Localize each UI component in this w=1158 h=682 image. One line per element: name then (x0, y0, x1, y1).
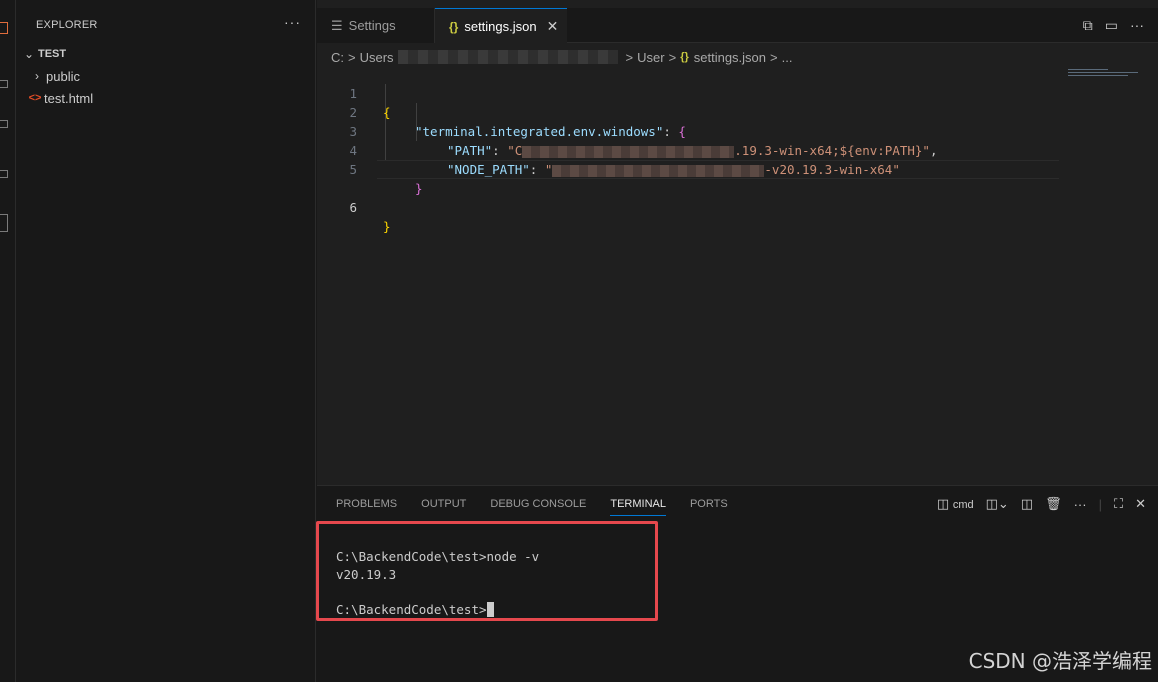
tree-item-label: test.html (44, 90, 94, 106)
run-debug-icon[interactable] (0, 170, 8, 178)
tab-output[interactable]: OUTPUT (421, 498, 466, 516)
more-actions-icon[interactable]: ··· (284, 14, 301, 30)
breadcrumb-item[interactable]: User (637, 50, 664, 65)
tab-problems[interactable]: PROBLEMS (336, 498, 397, 516)
json-braces-icon: {} (449, 19, 459, 34)
terminal-output[interactable]: C:\BackendCode\test>node -v v20.19.3 C:\… (316, 521, 658, 621)
line-number: 6 (349, 200, 357, 215)
watermark: CSDN @浩泽学编程 (968, 649, 1152, 673)
more-actions-icon[interactable]: ··· (1130, 17, 1144, 34)
redacted-path (397, 50, 618, 64)
brace: } (383, 219, 391, 234)
new-terminal-dropdown[interactable]: ◫⌄ (986, 496, 1009, 512)
code-line: 5 } (317, 141, 1158, 196)
settings-icon: ☰ (331, 17, 343, 33)
shell-label: cmd (952, 499, 974, 511)
tab-ports[interactable]: PORTS (690, 498, 728, 516)
code-line: 3 "PATH": "C .19.3-win-x64;${env:PATH}", (317, 103, 1158, 158)
highlight-box (316, 521, 658, 621)
tab-terminal[interactable]: TERMINAL (610, 498, 666, 516)
open-settings-ui-icon[interactable]: ⧉ (1083, 17, 1093, 34)
tab-label: settings.json (464, 19, 537, 34)
panel-actions: ◫ cmd ◫⌄ ◫ 🗑 ··· | ⛶ ✕ (936, 496, 1146, 512)
trash-icon[interactable]: 🗑 (1045, 496, 1062, 512)
breadcrumb-separator: > (348, 49, 356, 65)
tab-debug-console[interactable]: DEBUG CONSOLE (490, 498, 586, 516)
tree-item-public[interactable]: › public (16, 65, 315, 87)
split-terminal-icon[interactable]: ◫ (1021, 496, 1033, 512)
code-line: 1 { (317, 65, 1158, 120)
tree-item-label: public (46, 68, 80, 84)
breadcrumb-item[interactable]: settings.json (694, 50, 766, 65)
html-file-icon: <> (28, 92, 42, 104)
tab-settings[interactable]: ☰ Settings (317, 8, 435, 43)
editor-tab-bar: ☰ Settings {} settings.json ✕ ⧉ ▭ ··· (317, 8, 1158, 44)
chevron-right-icon: › (35, 69, 39, 83)
tab-label: Settings (348, 18, 396, 33)
code-editor[interactable]: 1 { 2 "terminal.integrated.env.windows":… (317, 65, 1158, 234)
extensions-icon[interactable] (0, 214, 8, 232)
editor-area[interactable]: C: > Users > User > {} settings.json > .… (317, 43, 1158, 485)
activity-bar (0, 0, 16, 682)
folder-root[interactable]: ⌄ TEST (16, 43, 315, 65)
breadcrumb-separator: > (625, 49, 634, 65)
explorer-icon[interactable] (0, 22, 8, 34)
breadcrumb-separator: > (770, 49, 778, 65)
close-icon[interactable]: ✕ (547, 18, 559, 35)
close-icon[interactable]: ✕ (1135, 496, 1146, 512)
breadcrumb: C: > Users > User > {} settings.json > .… (331, 47, 792, 67)
search-icon[interactable] (0, 80, 8, 88)
source-control-icon[interactable] (0, 120, 8, 128)
terminal-icon: ◫ (936, 496, 950, 511)
current-line-highlight (377, 160, 1059, 179)
maximize-panel-icon[interactable]: ⛶ (1114, 496, 1123, 512)
terminal-shell-selector[interactable]: ◫ cmd (937, 496, 974, 512)
tree-item-test-html[interactable]: <> test.html (16, 87, 315, 109)
brace: } (415, 181, 423, 196)
breadcrumb-item[interactable]: ... (782, 50, 793, 65)
breadcrumb-item[interactable]: C: (331, 50, 344, 65)
code-line-current: 6 } (317, 160, 1158, 234)
split-editor-icon[interactable]: ▭ (1105, 17, 1118, 34)
panel-tabs: PROBLEMS OUTPUT DEBUG CONSOLE TERMINAL P… (336, 498, 728, 516)
explorer-title: EXPLORER (36, 19, 98, 31)
more-actions-icon[interactable]: ··· (1074, 497, 1087, 512)
explorer-sidebar: EXPLORER ··· ⌄ TEST › public <> test.htm… (16, 0, 316, 682)
breadcrumb-item[interactable]: Users (360, 50, 394, 65)
code-line: 2 "terminal.integrated.env.windows": { (317, 84, 1158, 139)
breadcrumb-separator: > (668, 49, 677, 65)
chevron-down-icon: ⌄ (23, 47, 35, 61)
json-braces-icon: {} (680, 51, 689, 63)
tab-settings-json[interactable]: {} settings.json ✕ (435, 8, 567, 44)
code-line: 4 "NODE_PATH": " -v20.19.3-win-x64" (317, 122, 1158, 177)
editor-actions: ⧉ ▭ ··· (1083, 17, 1144, 34)
title-strip (317, 0, 1158, 8)
folder-root-label: TEST (38, 48, 67, 60)
